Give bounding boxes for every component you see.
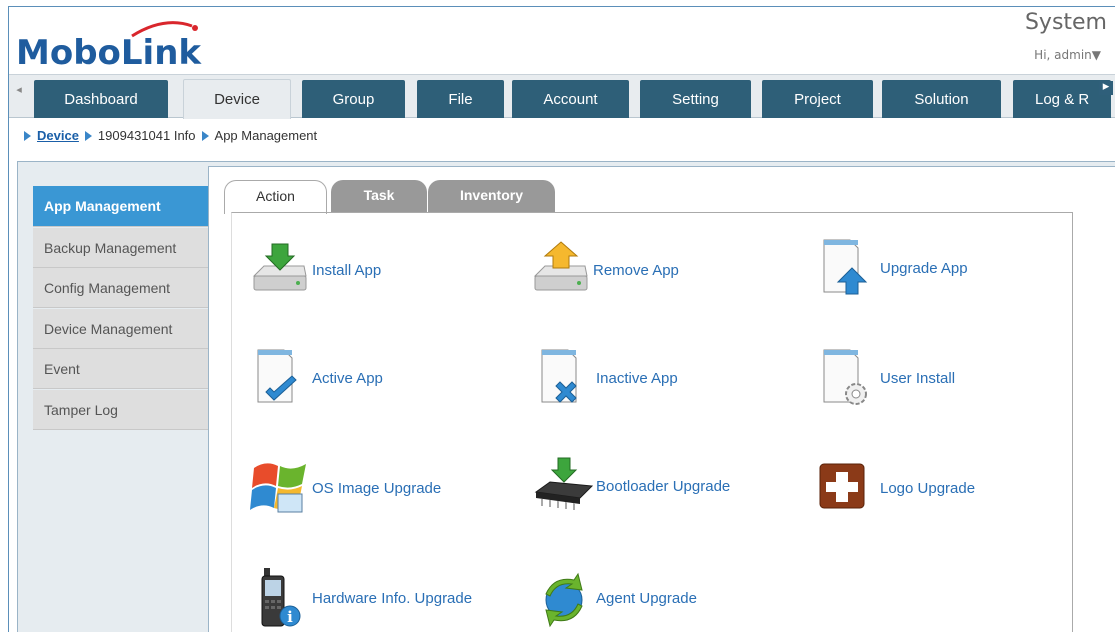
os-image-upgrade-action[interactable]: OS Image Upgrade <box>250 458 441 518</box>
upgrade-app-action[interactable]: Upgrade App <box>818 238 968 298</box>
user-menu[interactable]: Hi, admin▼ <box>1034 48 1101 62</box>
active-doc-icon <box>257 349 297 403</box>
agent-refresh-icon <box>545 572 583 628</box>
tab-device[interactable]: Device <box>183 79 291 119</box>
sidebar-item-event[interactable]: Event <box>33 349 208 389</box>
tab-project[interactable]: Project <box>762 80 873 118</box>
upgrade-app-label: Upgrade App <box>880 259 968 277</box>
active-app-label: Active App <box>312 369 383 387</box>
bootloader-chip-icon <box>534 457 594 510</box>
bootloader-upgrade-action[interactable]: Bootloader Upgrade <box>534 456 730 516</box>
sidebar-item-backup-management[interactable]: Backup Management <box>33 227 208 268</box>
bootloader-upgrade-label: Bootloader Upgrade <box>596 477 731 495</box>
logo-upgrade-label: Logo Upgrade <box>880 479 976 497</box>
tab-file[interactable]: File <box>417 80 504 118</box>
breadcrumb: Device 1909431041 Info App Management <box>24 128 317 143</box>
breadcrumb-device-link[interactable]: Device <box>37 128 79 143</box>
remove-app-label: Remove App <box>593 261 679 279</box>
inactive-doc-icon <box>541 349 577 403</box>
scroll-right-icon[interactable]: ▸ <box>1099 80 1113 95</box>
mobolink-logo: MoboLink <box>16 21 202 72</box>
install-app-action[interactable]: Install App <box>250 240 381 300</box>
main-nav-bar: ◂ Dashboard Device Group File Account Se… <box>9 74 1115 119</box>
subtab-inventory[interactable]: Inventory <box>428 180 555 212</box>
breadcrumb-device-info: 1909431041 Info <box>97 128 196 143</box>
hardware-info-upgrade-label: Hardware Info. Upgrade <box>312 589 473 607</box>
subtab-task[interactable]: Task <box>331 180 427 212</box>
logo-text: MoboLink <box>16 33 202 72</box>
svg-text:i: i <box>287 608 293 626</box>
scroll-left-icon[interactable]: ◂ <box>12 83 26 96</box>
sidebar-item-device-management[interactable]: Device Management <box>33 308 208 349</box>
remove-app-action[interactable]: Remove App <box>531 240 679 300</box>
tab-account[interactable]: Account <box>512 80 629 118</box>
user-install-action[interactable]: User Install <box>818 348 955 408</box>
agent-upgrade-label: Agent Upgrade <box>596 589 697 607</box>
install-app-label: Install App <box>312 261 382 279</box>
subtab-action[interactable]: Action <box>224 180 327 214</box>
inactive-app-action[interactable]: Inactive App <box>534 348 678 408</box>
logo-plus-icon <box>819 463 865 509</box>
upgrade-doc-icon <box>823 239 868 295</box>
tab-setting[interactable]: Setting <box>640 80 751 118</box>
os-image-icon <box>250 463 306 513</box>
tab-solution[interactable]: Solution <box>882 80 1001 118</box>
tab-dashboard[interactable]: Dashboard <box>34 80 168 118</box>
sidebar-item-config-management[interactable]: Config Management <box>33 268 208 308</box>
active-app-action[interactable]: Active App <box>250 348 383 408</box>
user-install-label: User Install <box>880 369 956 387</box>
breadcrumb-arrow-icon <box>24 130 31 141</box>
sidebar-item-app-management[interactable]: App Management <box>33 186 208 227</box>
os-image-upgrade-label: OS Image Upgrade <box>312 479 442 497</box>
tab-group[interactable]: Group <box>302 80 405 118</box>
breadcrumb-arrow-icon <box>201 130 209 141</box>
system-title: System <box>1024 10 1107 35</box>
inactive-app-label: Inactive App <box>596 369 678 387</box>
tab-log-report[interactable]: Log & R <box>1013 80 1111 118</box>
hardware-info-icon: i <box>261 568 301 627</box>
breadcrumb-arrow-icon <box>84 130 92 141</box>
sidebar-item-tamper-log[interactable]: Tamper Log <box>33 389 208 430</box>
logo-upgrade-action[interactable]: Logo Upgrade <box>818 458 975 518</box>
remove-drive-icon <box>533 241 588 291</box>
user-install-doc-icon <box>823 349 867 405</box>
sidebar-menu: App Management Backup Management Config … <box>33 186 208 430</box>
install-drive-icon <box>252 243 307 291</box>
agent-upgrade-action[interactable]: Agent Upgrade <box>534 568 697 628</box>
breadcrumb-current: App Management <box>214 128 318 143</box>
hardware-info-upgrade-action[interactable]: i Hardware Info. Upgrade <box>250 568 472 628</box>
